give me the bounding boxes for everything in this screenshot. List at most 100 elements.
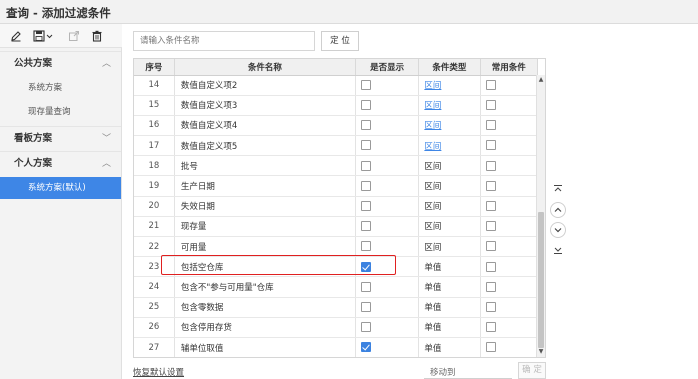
col-header-fav[interactable]: 常用条件 <box>480 59 538 76</box>
move-down-icon[interactable] <box>550 222 566 238</box>
scheme-item-system-default[interactable]: 系统方案(默认) <box>0 177 121 199</box>
table-row[interactable]: 18 批号 区间 <box>134 155 538 177</box>
vertical-scrollbar[interactable]: ▲ ▼ <box>536 75 545 357</box>
show-checkbox[interactable] <box>360 79 371 90</box>
scroll-thumb[interactable] <box>538 212 544 348</box>
table-row[interactable]: 20 失效日期 区间 <box>134 196 538 217</box>
common-checkbox[interactable] <box>485 100 496 111</box>
group-personal[interactable]: 个人方案 ︿ <box>0 151 121 175</box>
condition-type: 单值 <box>424 323 442 334</box>
scroll-up-icon[interactable]: ▲ <box>537 76 545 84</box>
common-checkbox[interactable] <box>485 200 496 211</box>
col-header-no[interactable]: 序号 <box>134 59 175 76</box>
condition-table: 序号 条件名称 是否显示 条件类型 常用条件 14 数值自定义项2 区间 15 数值自定… <box>134 59 538 357</box>
show-checkbox[interactable] <box>360 120 371 131</box>
type-cell: 区间 <box>418 155 481 177</box>
chevron-down-icon[interactable]: ﹀ <box>102 127 111 151</box>
move-to-label: 移动到 <box>430 368 456 378</box>
common-checkbox[interactable] <box>485 180 496 191</box>
condition-type[interactable]: 区间 <box>424 101 441 111</box>
common-checkbox[interactable] <box>485 342 496 353</box>
show-cell <box>355 216 420 238</box>
group-board[interactable]: 看板方案 ﹀ <box>0 126 121 150</box>
type-cell: 区间 <box>418 196 481 217</box>
condition-name: 数值自定义项5 <box>174 135 356 157</box>
condition-type: 单值 <box>424 343 442 354</box>
row-number: 24 <box>134 276 175 298</box>
show-checkbox[interactable] <box>360 281 371 292</box>
reset-default-link[interactable]: 恢复默认设置 <box>133 366 184 378</box>
table-row[interactable]: 27 辅单位取值 单值 <box>134 337 538 357</box>
chevron-up-icon[interactable]: ︿ <box>102 152 111 176</box>
fav-cell <box>480 276 538 298</box>
common-checkbox[interactable] <box>485 322 496 333</box>
show-checkbox[interactable] <box>360 301 371 312</box>
type-cell: 区间 <box>418 95 481 116</box>
common-checkbox[interactable] <box>485 261 496 272</box>
table-row[interactable]: 21 现存量 区间 <box>134 216 538 238</box>
table-row[interactable]: 25 包含零数据 单值 <box>134 297 538 318</box>
table-row[interactable]: 16 数值自定义项4 区间 <box>134 115 538 137</box>
scheme-item-system[interactable]: 系统方案 <box>0 77 121 99</box>
common-checkbox[interactable] <box>485 140 496 151</box>
show-checkbox[interactable] <box>360 322 371 333</box>
ok-button[interactable]: 确 定 <box>518 362 546 379</box>
col-header-show[interactable]: 是否显示 <box>355 59 420 76</box>
table-row[interactable]: 24 包含不"参与可用量"仓库 单值 <box>134 276 538 298</box>
type-cell: 区间 <box>418 75 481 96</box>
show-checkbox[interactable] <box>360 221 371 232</box>
export-icon[interactable] <box>66 28 82 44</box>
group-personal-label: 个人方案 <box>14 158 53 169</box>
show-checkbox[interactable] <box>360 241 371 252</box>
table-row[interactable]: 19 生产日期 区间 <box>134 175 538 197</box>
condition-search-input[interactable] <box>133 31 315 51</box>
scroll-down-icon[interactable]: ▼ <box>537 348 545 356</box>
col-header-type[interactable]: 条件类型 <box>418 59 481 76</box>
show-checkbox[interactable] <box>360 200 371 211</box>
common-checkbox[interactable] <box>485 281 496 292</box>
save-icon[interactable] <box>32 28 54 44</box>
condition-type[interactable]: 区间 <box>424 142 441 152</box>
show-checkbox[interactable] <box>360 342 371 353</box>
condition-name: 可用量 <box>174 236 356 258</box>
show-cell <box>355 175 420 197</box>
type-cell: 单值 <box>418 256 481 278</box>
table-row[interactable]: 15 数值自定义项3 区间 <box>134 95 538 116</box>
edit-icon[interactable] <box>8 28 24 44</box>
common-checkbox[interactable] <box>485 301 496 312</box>
show-checkbox[interactable] <box>360 140 371 151</box>
row-number: 22 <box>134 236 175 258</box>
move-bottom-icon[interactable] <box>550 242 566 258</box>
show-checkbox[interactable] <box>360 100 371 111</box>
row-number: 17 <box>134 135 175 157</box>
common-checkbox[interactable] <box>485 241 496 252</box>
delete-icon[interactable] <box>89 28 105 44</box>
show-checkbox[interactable] <box>360 160 371 171</box>
show-checkbox[interactable] <box>360 180 371 191</box>
condition-type[interactable]: 区间 <box>424 81 441 91</box>
condition-type: 单值 <box>424 303 442 314</box>
scheme-item-stock-query[interactable]: 现存量查询 <box>0 101 121 123</box>
locate-button[interactable]: 定 位 <box>321 31 359 51</box>
common-checkbox[interactable] <box>485 160 496 171</box>
table-row[interactable]: 22 可用量 区间 <box>134 236 538 258</box>
window-title: 查询 - 添加过滤条件 <box>6 6 111 20</box>
common-checkbox[interactable] <box>485 79 496 90</box>
group-public[interactable]: 公共方案 ︿ <box>0 51 121 75</box>
move-up-icon[interactable] <box>550 202 566 218</box>
condition-name: 包含不"参与可用量"仓库 <box>174 276 356 298</box>
condition-name: 包含零数据 <box>174 297 356 318</box>
condition-type[interactable]: 区间 <box>424 121 441 131</box>
table-row[interactable]: 14 数值自定义项2 区间 <box>134 75 538 96</box>
col-header-name[interactable]: 条件名称 <box>174 59 356 76</box>
common-checkbox[interactable] <box>485 120 496 131</box>
table-row[interactable]: 17 数值自定义项5 区间 <box>134 135 538 157</box>
chevron-up-icon[interactable]: ︿ <box>102 52 111 76</box>
type-cell: 区间 <box>418 216 481 238</box>
common-checkbox[interactable] <box>485 221 496 232</box>
row-highlight-box <box>161 255 396 275</box>
move-top-icon[interactable] <box>550 181 566 197</box>
table-row[interactable]: 26 包含停用存货 单值 <box>134 317 538 338</box>
group-public-label: 公共方案 <box>14 58 53 69</box>
show-cell <box>355 236 420 258</box>
